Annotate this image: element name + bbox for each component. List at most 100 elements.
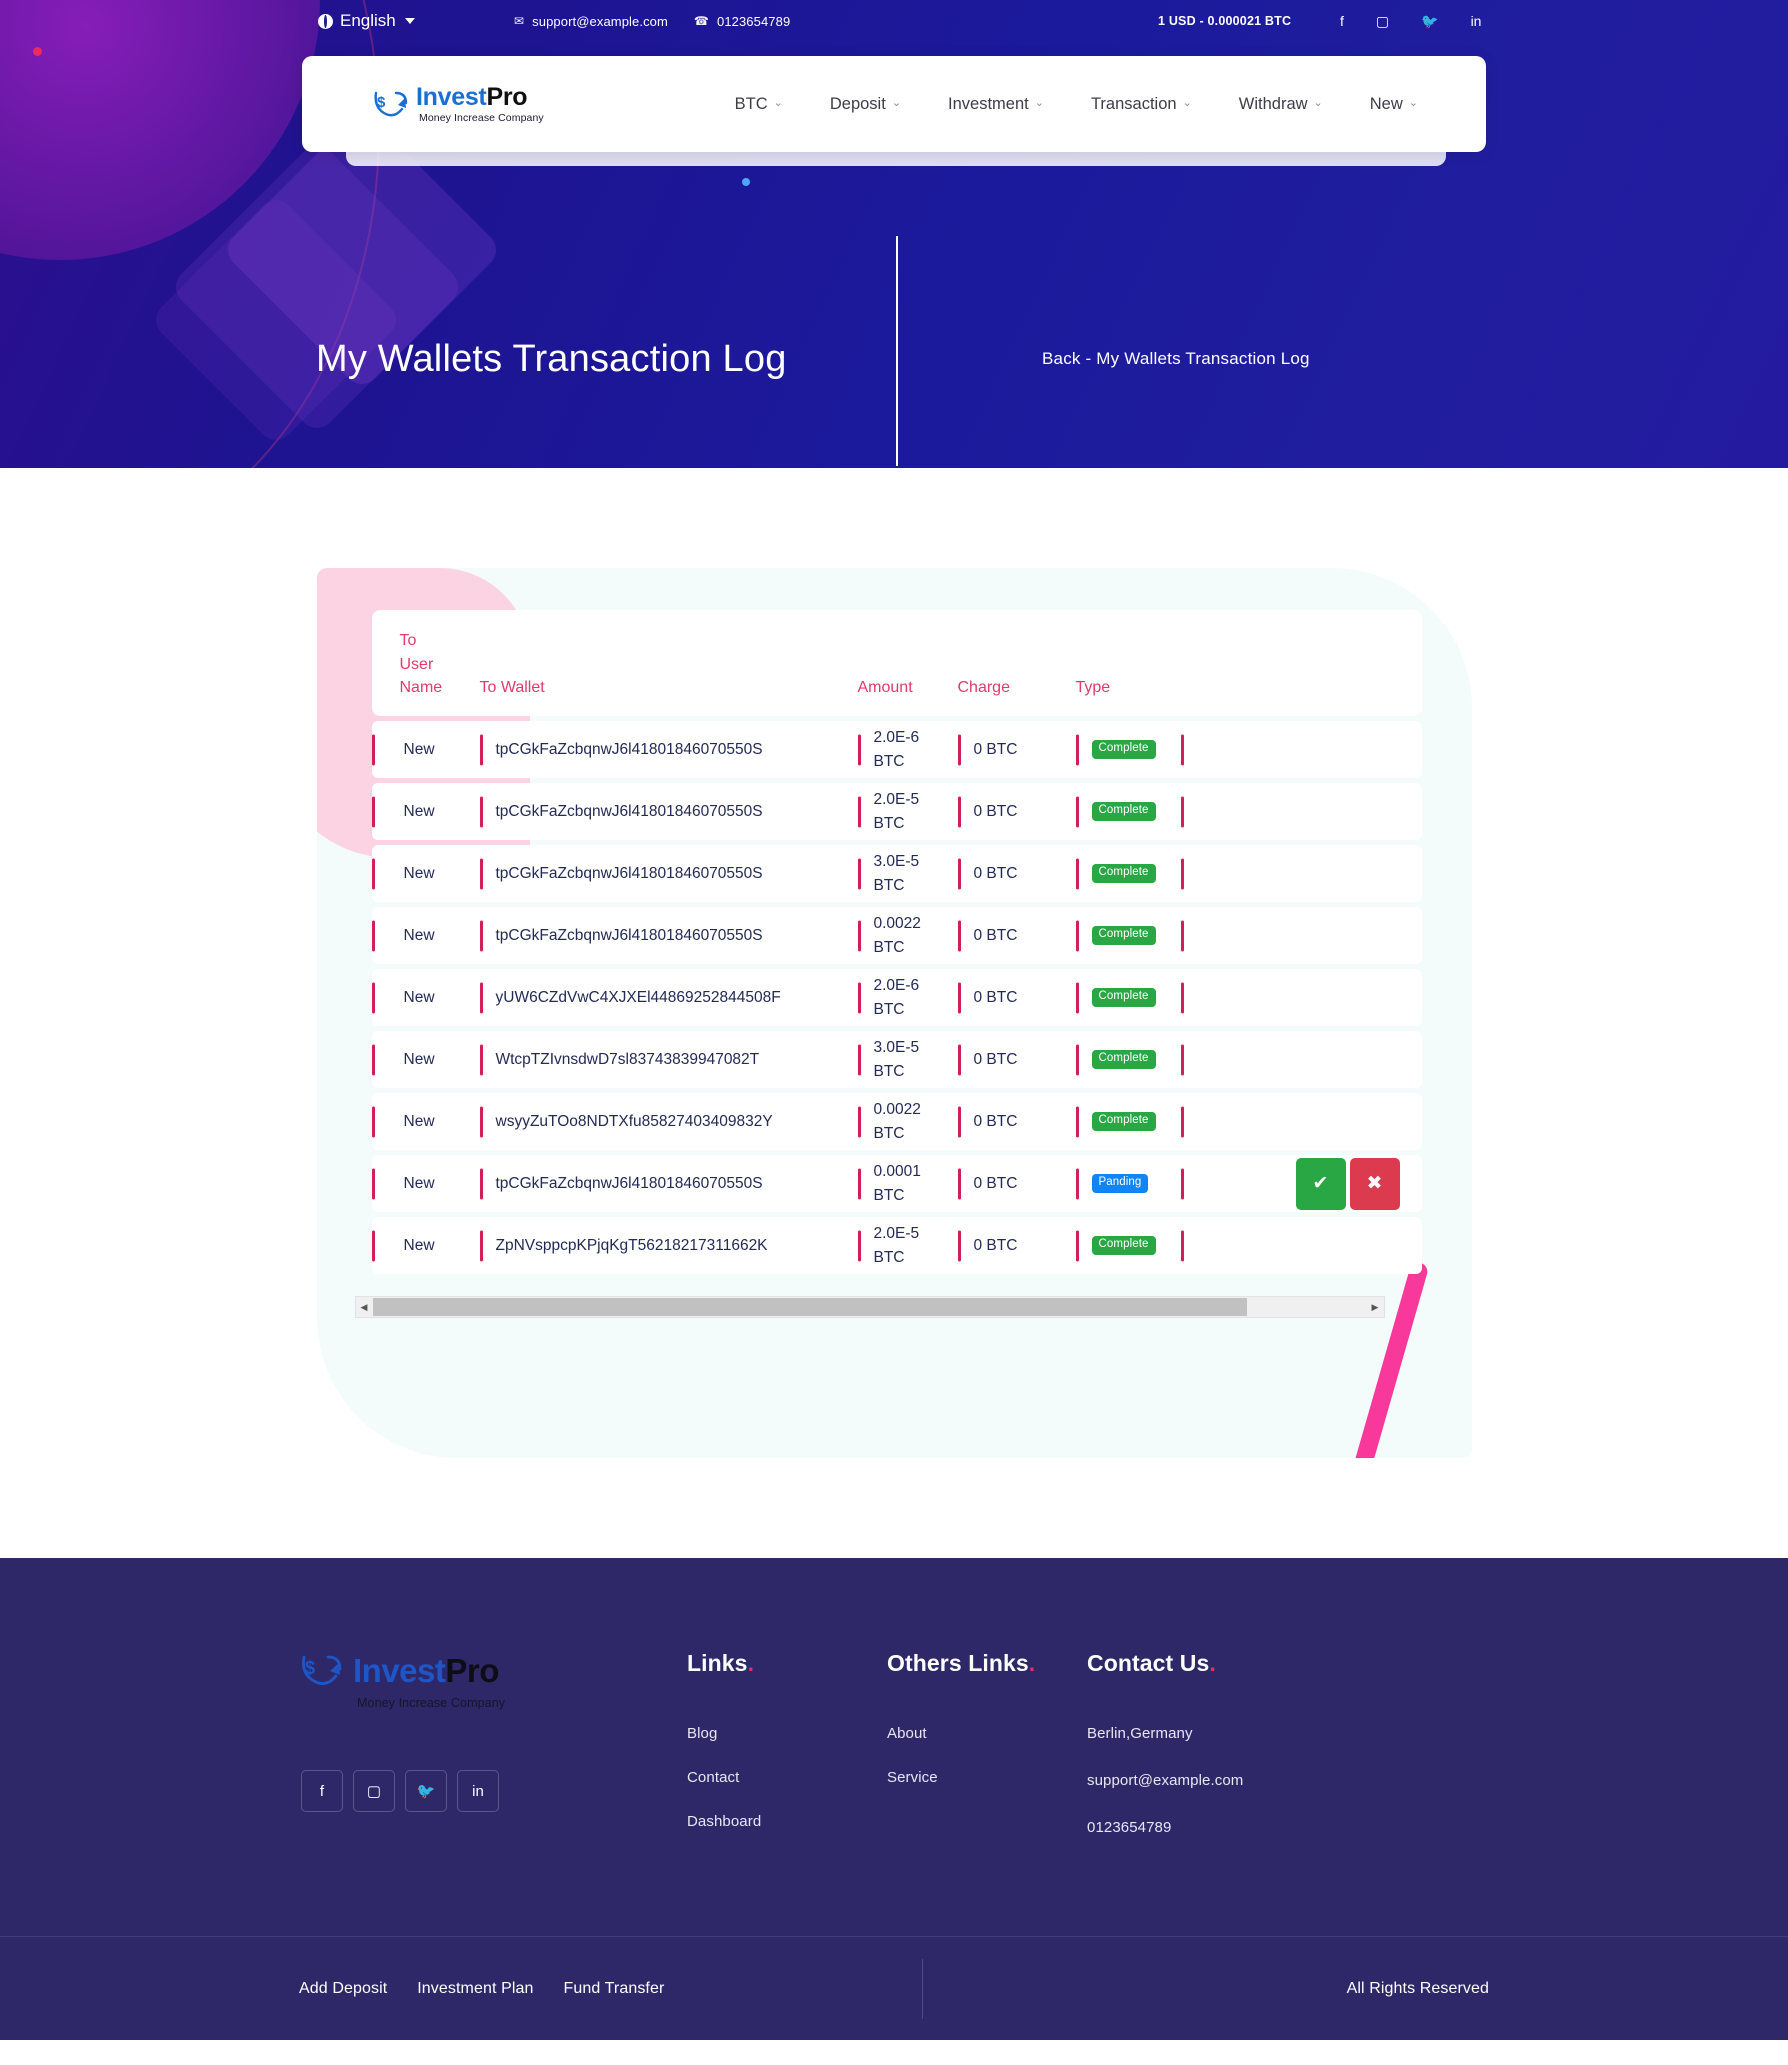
table-row: New wsyyZuTOo8NDTXfu85827403409832Y 0.0022… [371, 1093, 1422, 1150]
cell-text: 3.0E-5 BTC [873, 853, 920, 894]
language-selector[interactable]: English [318, 11, 415, 31]
footer-bottom-link-fund-transfer[interactable]: Fund Transfer [564, 1980, 665, 1998]
footer-bottom-link-investment-plan[interactable]: Investment Plan [417, 1980, 533, 1998]
cell-action [1181, 969, 1281, 1026]
linkedin-icon[interactable]: in [1471, 14, 1482, 28]
footer-heading-text: Others Links [887, 1650, 1029, 1676]
chevron-down-icon: ⌄ [1408, 96, 1418, 109]
cell-to-user-name: New [372, 721, 480, 778]
footer-link-service[interactable]: Service [887, 1769, 1087, 1786]
breadcrumb[interactable]: Back - My Wallets Transaction Log [1042, 349, 1310, 369]
cell-type: Complete [1076, 907, 1181, 964]
scrollbar-track[interactable] [372, 1297, 1367, 1317]
twitter-icon[interactable]: 🐦 [1421, 14, 1438, 28]
table-header: To User Name To Wallet Amount Charge Typ… [371, 610, 1422, 716]
cell-text: 2.0E-6 BTC [873, 729, 920, 770]
table-horizontal-scrollbar[interactable]: ◀ ▶ [354, 1296, 1385, 1318]
cell-action [1181, 1031, 1281, 1088]
brand-logo[interactable]: $ InvestPro Money Increase Company [372, 82, 544, 124]
cell-text: New [403, 864, 435, 882]
cell-amount: 2.0E-6 BTC [858, 721, 958, 778]
cell-text: 2.0E-5 BTC [873, 1225, 920, 1266]
table-row: New tpCGkFaZcbqnwJ6l41801846070550S 0.0022… [371, 907, 1422, 964]
main-navbar: $ InvestPro Money Increase Company BTC ⌄… [302, 56, 1486, 152]
cell-text: WtcpTZIvnsdwD7sl83743839947082T [495, 1050, 760, 1068]
topbar-phone[interactable]: 0123654789 [717, 14, 790, 29]
footer-link-about[interactable]: About [887, 1725, 1087, 1742]
cell-text: 0 BTC [973, 1236, 1018, 1254]
cell-charge: 0 BTC [958, 783, 1076, 840]
cell-text: 0 BTC [973, 988, 1018, 1006]
cell-charge: 0 BTC [958, 721, 1076, 778]
footer-logo[interactable]: $ InvestPro [299, 1650, 687, 1690]
envelope-icon: ✉ [514, 14, 525, 28]
heading-dot: . [1028, 1650, 1036, 1676]
cell-charge: 0 BTC [958, 907, 1076, 964]
instagram-icon[interactable]: ▢ [1376, 14, 1389, 28]
approve-button[interactable]: ✔ [1295, 1157, 1346, 1210]
nav-item-investment[interactable]: Investment ⌄ [948, 95, 1044, 114]
nav-item-transaction[interactable]: Transaction ⌄ [1091, 95, 1192, 114]
investpro-logo-icon: $ [372, 87, 410, 121]
footer-link-blog[interactable]: Blog [687, 1725, 887, 1742]
reject-button[interactable]: ✖ [1349, 1157, 1400, 1210]
footer-others-column: Others Links. About Service [887, 1650, 1087, 1866]
table-row: New tpCGkFaZcbqnwJ6l41801846070550S 2.0E-5… [371, 783, 1422, 840]
footer-link-dashboard[interactable]: Dashboard [687, 1813, 887, 1830]
chevron-down-icon: ⌄ [1313, 96, 1323, 109]
hero-banner: English ✉ support@example.com ☎ 01236547… [0, 0, 1788, 468]
cell-amount: 3.0E-5 BTC [858, 845, 958, 902]
cell-text: tpCGkFaZcbqnwJ6l41801846070550S [495, 802, 763, 820]
cell-charge: 0 BTC [958, 1031, 1076, 1088]
cell-type: Complete [1076, 1093, 1181, 1150]
cell-text: 3.0E-5 BTC [873, 1039, 920, 1080]
cell-to-wallet: tpCGkFaZcbqnwJ6l41801846070550S [480, 845, 858, 902]
cell-text: New [403, 1236, 435, 1254]
footer-bottom-link-add-deposit[interactable]: Add Deposit [299, 1980, 387, 1998]
cell-type: Complete [1076, 721, 1181, 778]
scroll-right-arrow-icon[interactable]: ▶ [1367, 1302, 1384, 1312]
status-badge: Complete [1091, 988, 1156, 1007]
cell-charge: 0 BTC [958, 969, 1076, 1026]
nav-item-new[interactable]: New ⌄ [1370, 95, 1418, 114]
topbar-email[interactable]: support@example.com [532, 14, 668, 29]
brand-name-primary: Invest [416, 82, 487, 111]
cell-text: 2.0E-5 BTC [873, 791, 920, 832]
cell-text: tpCGkFaZcbqnwJ6l41801846070550S [495, 740, 763, 758]
cell-to-wallet: tpCGkFaZcbqnwJ6l41801846070550S [480, 907, 858, 964]
status-badge: Complete [1091, 926, 1156, 945]
cell-text: tpCGkFaZcbqnwJ6l41801846070550S [495, 926, 763, 944]
cell-amount: 2.0E-5 BTC [858, 1217, 958, 1274]
twitter-icon[interactable]: 🐦 [405, 1770, 447, 1812]
nav-item-withdraw[interactable]: Withdraw ⌄ [1239, 95, 1323, 114]
cell-action [1181, 783, 1281, 840]
nav-item-label: New [1369, 94, 1403, 113]
cell-to-user-name: New [372, 783, 480, 840]
footer-contact-phone[interactable]: 0123654789 [1087, 1819, 1417, 1836]
nav-item-btc[interactable]: BTC ⌄ [735, 95, 783, 114]
cell-to-wallet: tpCGkFaZcbqnwJ6l41801846070550S [480, 783, 858, 840]
cell-text: 0 BTC [973, 1174, 1018, 1192]
cell-text: 0 BTC [973, 802, 1018, 820]
linkedin-icon[interactable]: in [457, 1770, 499, 1812]
status-badge: Panding [1091, 1174, 1149, 1193]
cell-text: 0 BTC [973, 1112, 1018, 1130]
footer-contact-email[interactable]: support@example.com [1087, 1772, 1417, 1789]
cell-type: Complete [1076, 969, 1181, 1026]
footer-social-links: f ▢ 🐦 in [301, 1770, 687, 1812]
topbar-contact-info: ✉ support@example.com ☎ 0123654789 [514, 14, 790, 29]
cell-text: 0 BTC [973, 740, 1018, 758]
nav-item-deposit[interactable]: Deposit ⌄ [830, 95, 901, 114]
column-header-charge: Charge [957, 679, 1010, 697]
cell-action [1181, 1155, 1281, 1212]
footer-others-heading: Others Links. [887, 1650, 1035, 1677]
status-badge: Complete [1091, 740, 1156, 759]
scrollbar-thumb[interactable] [372, 1298, 1248, 1316]
chevron-down-icon: ⌄ [1034, 96, 1044, 109]
facebook-icon[interactable]: f [301, 1770, 343, 1812]
footer-link-contact[interactable]: Contact [687, 1769, 887, 1786]
cell-charge: 0 BTC [958, 1155, 1076, 1212]
instagram-icon[interactable]: ▢ [353, 1770, 395, 1812]
facebook-icon[interactable]: f [1340, 14, 1344, 28]
scroll-left-arrow-icon[interactable]: ◀ [356, 1302, 373, 1312]
